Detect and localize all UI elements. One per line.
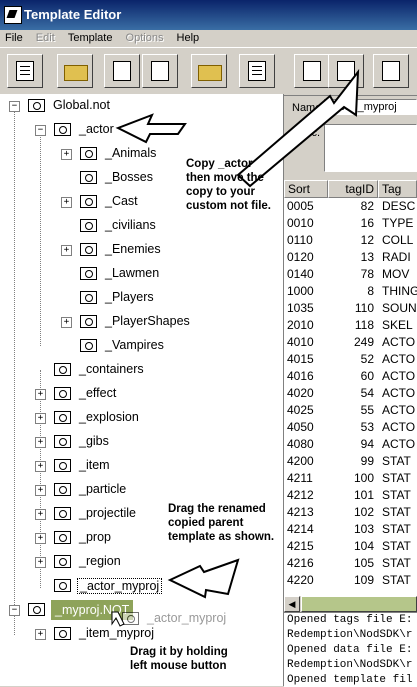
annotation-line: template as shown. bbox=[168, 531, 275, 543]
annotation-copy-actor: Copy _actor then move the copy to your c… bbox=[186, 157, 271, 213]
annotation-line: copy to your bbox=[186, 186, 256, 198]
annotation-line: Copy _actor bbox=[186, 158, 253, 170]
annotation-line: then move the bbox=[186, 172, 264, 184]
annotation-line: left mouse button bbox=[130, 660, 227, 672]
annotation-layer bbox=[111, 68, 360, 627]
annotation-drag-renamed: Drag the renamed copied parent template … bbox=[168, 502, 274, 544]
annotation-line: custom not file. bbox=[186, 200, 271, 212]
mouse-pointer-icon bbox=[111, 611, 125, 627]
annotation-line: Drag it by holding bbox=[130, 646, 228, 658]
arrow-to-actor bbox=[115, 113, 187, 144]
arrow-to-actor-myproj bbox=[167, 558, 240, 599]
annotation-drag-holding: Drag it by holding left mouse button bbox=[130, 645, 228, 673]
annotation-line: Drag the renamed bbox=[168, 503, 266, 515]
annotation-line: copied parent bbox=[168, 517, 244, 529]
